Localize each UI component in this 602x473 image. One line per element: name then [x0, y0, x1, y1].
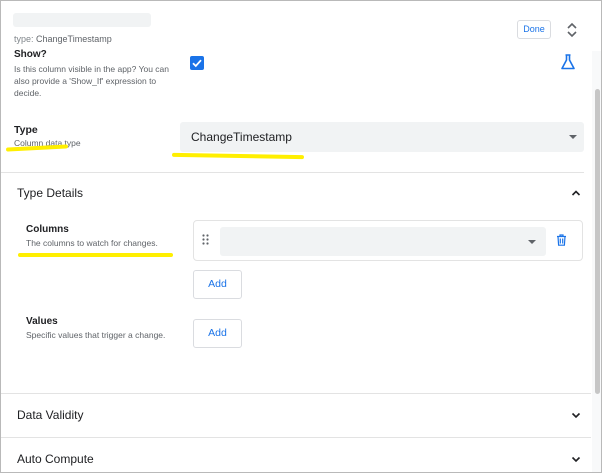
type-prefix: type: [14, 34, 34, 44]
section-divider [1, 172, 584, 173]
highlight-mark-type-value [171, 152, 305, 160]
type-dropdown[interactable]: ChangeTimestamp [180, 122, 584, 152]
column-editor-panel: type: ChangeTimestamp Done Show? Is this… [0, 0, 602, 473]
expand-collapse-icon[interactable] [564, 21, 580, 39]
dropdown-arrow-icon [528, 240, 536, 244]
section-divider [1, 393, 591, 394]
columns-label: Columns [26, 224, 69, 235]
values-label: Values [26, 316, 58, 327]
type-label: Type [14, 124, 38, 136]
columns-add-button[interactable]: Add [193, 270, 242, 299]
show-checkbox[interactable] [190, 56, 204, 70]
drag-handle-icon[interactable] [202, 234, 209, 245]
type-details-header[interactable]: Type Details [17, 186, 83, 200]
highlight-mark-columns [18, 253, 173, 257]
dropdown-arrow-icon [569, 135, 577, 139]
done-button[interactable]: Done [517, 20, 551, 39]
panel-header: type: ChangeTimestamp Done [1, 1, 601, 51]
column-type-subtitle: type: ChangeTimestamp [14, 34, 112, 44]
show-label: Show? [14, 49, 47, 60]
type-dropdown-value: ChangeTimestamp [191, 130, 292, 144]
data-validity-header[interactable]: Data Validity [17, 408, 83, 422]
show-description: Is this column visible in the app? You c… [14, 64, 169, 98]
section-divider [1, 437, 591, 438]
column-dropdown[interactable] [220, 227, 546, 256]
chevron-up-icon[interactable] [571, 188, 581, 198]
values-add-button[interactable]: Add [193, 319, 242, 348]
auto-compute-header[interactable]: Auto Compute [17, 452, 94, 466]
column-name-title [13, 13, 151, 27]
columns-description: The columns to watch for changes. [26, 238, 158, 248]
values-description: Specific values that trigger a change. [26, 330, 166, 340]
chevron-down-icon[interactable] [571, 454, 581, 464]
scrollbar-thumb[interactable] [595, 89, 600, 394]
checkmark-icon [192, 59, 202, 68]
flask-icon[interactable] [559, 53, 577, 71]
type-value: ChangeTimestamp [36, 34, 112, 44]
chevron-down-icon[interactable] [571, 410, 581, 420]
delete-icon[interactable] [556, 234, 567, 246]
